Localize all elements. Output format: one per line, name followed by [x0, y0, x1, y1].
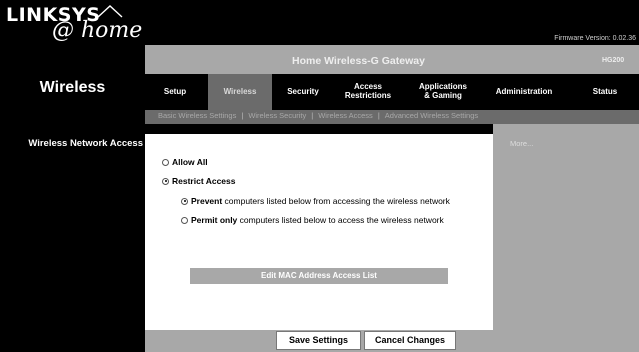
sidebar-label: Wireless Network Access	[28, 138, 143, 149]
more-help-link[interactable]: More...	[510, 139, 533, 148]
prevent-radio[interactable]	[181, 197, 188, 205]
prevent-option[interactable]: Prevent computers listed below from acce…	[181, 196, 450, 206]
sub-nav-items: Basic Wireless Settings | Wireless Securit…	[158, 111, 478, 120]
allow-all-option[interactable]: Allow All	[162, 157, 208, 167]
tab-setup[interactable]: Setup	[150, 74, 200, 110]
separator: |	[241, 111, 244, 120]
allow-all-radio[interactable]	[162, 158, 169, 166]
tab-applications-gaming[interactable]: Applications & Gaming	[408, 74, 478, 110]
tab-administration[interactable]: Administration	[484, 74, 564, 110]
firmware-version: Firmware Version: 0.02.36	[554, 35, 636, 42]
prevent-label-text: computers listed below from accessing th…	[222, 196, 450, 206]
house-roof-icon	[97, 5, 123, 18]
save-settings-button[interactable]: Save Settings	[276, 331, 361, 350]
tab-security[interactable]: Security	[278, 74, 328, 110]
tab-wireless[interactable]: Wireless	[208, 74, 272, 110]
separator: |	[311, 111, 314, 120]
prevent-label-bold: Prevent	[191, 196, 223, 206]
section-title: Wireless	[39, 79, 106, 96]
permit-label-text: computers listed below to access the wir…	[237, 215, 444, 225]
permit-radio[interactable]	[181, 216, 188, 224]
subtab-advanced-wireless-settings[interactable]: Advanced Wireless Settings	[385, 111, 478, 120]
allow-all-label: Allow All	[172, 157, 208, 167]
subtab-wireless-security[interactable]: Wireless Security	[248, 111, 306, 120]
tab-status[interactable]: Status	[580, 74, 630, 110]
edit-mac-list-button[interactable]: Edit MAC Address Access List	[190, 268, 448, 284]
restrict-access-label: Restrict Access	[172, 176, 236, 186]
subtab-basic-wireless-settings[interactable]: Basic Wireless Settings	[158, 111, 236, 120]
brand-tagline: @ home	[52, 18, 143, 43]
help-column	[493, 124, 639, 352]
permit-option[interactable]: Permit only computers listed below to ac…	[181, 215, 444, 225]
restrict-access-option[interactable]: Restrict Access	[162, 176, 235, 186]
model-number: HG200	[602, 57, 625, 64]
tab-access-restrictions[interactable]: Access Restrictions	[334, 74, 402, 110]
permit-label-bold: Permit only	[191, 215, 238, 225]
cancel-changes-button[interactable]: Cancel Changes	[364, 331, 456, 350]
restrict-access-radio[interactable]	[162, 177, 169, 185]
subtab-wireless-access[interactable]: Wireless Access	[318, 111, 373, 120]
separator: |	[377, 111, 380, 120]
product-name: Home Wireless-G Gateway	[292, 55, 425, 67]
